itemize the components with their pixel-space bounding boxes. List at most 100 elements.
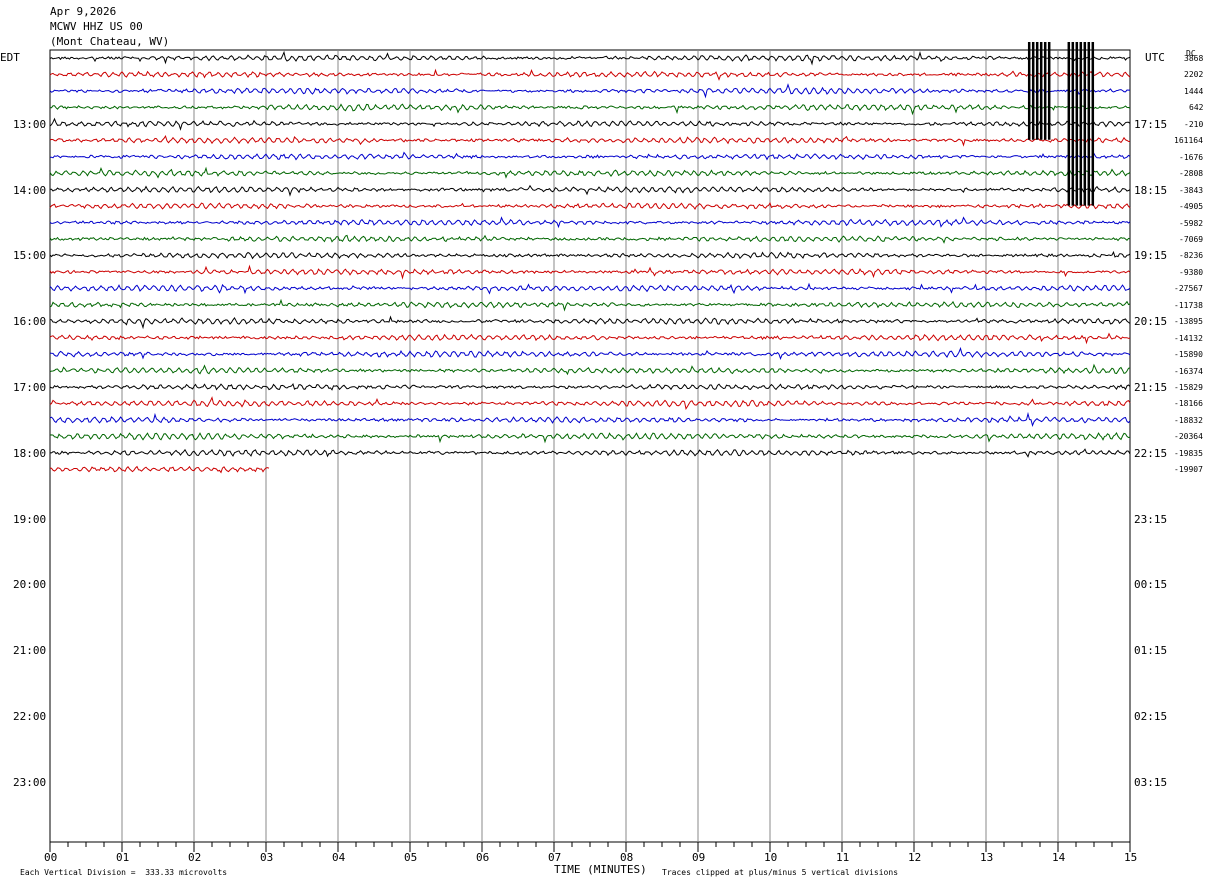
scale-note: Each Vertical Division = 333.33 microvol… (20, 868, 228, 877)
edt-hour-label: 21:00 (13, 644, 47, 658)
location-label: (Mont Chateau, WV) (50, 35, 170, 48)
trace-line (49, 50, 1131, 66)
trace-line (49, 282, 1131, 295)
x-tick-label: 14 (1052, 851, 1066, 864)
trace-line (50, 448, 1131, 458)
dc-offset-label: -13895 (1174, 317, 1203, 327)
utc-hour-label: 23:15 (1134, 512, 1168, 526)
dc-offset-label: 642 (1189, 103, 1204, 113)
x-tick-label: 05 (404, 851, 418, 864)
utc-hour-label: 02:15 (1134, 710, 1168, 723)
dc-offset-label: -8236 (1179, 251, 1204, 261)
trace-line (49, 411, 1131, 427)
dc-offset-label: -14132 (1174, 333, 1203, 343)
date-label: Apr 9,2026 (50, 5, 117, 18)
dc-offset-label: -2808 (1179, 169, 1204, 179)
dc-offset-label: -210 (1184, 119, 1204, 129)
edt-hour-label: 18:00 (13, 446, 47, 460)
dc-offset-label: -18832 (1174, 415, 1203, 425)
utc-hour-label: 19:15 (1134, 249, 1168, 263)
utc-hour-label: 22:15 (1134, 446, 1168, 460)
utc-hour-label: 17:15 (1134, 117, 1168, 131)
dc-offset-label: -15829 (1174, 383, 1203, 392)
dc-offset-label: -11738 (1174, 300, 1203, 310)
trace-line (49, 234, 1131, 244)
edt-hour-label: 16:00 (13, 315, 47, 329)
trace-group (49, 50, 1131, 474)
edt-hour-label: 19:00 (13, 512, 47, 526)
dc-offset-label: 161164 (1174, 136, 1203, 146)
trace-line (49, 166, 1131, 179)
edt-hour-label: 17:00 (13, 381, 47, 394)
x-tick-label: 01 (116, 851, 130, 864)
dc-offset-label: -1676 (1179, 152, 1204, 162)
seismogram-chart (49, 42, 1131, 852)
utc-hour-label: 01:15 (1134, 644, 1168, 658)
trace-line (49, 383, 1131, 391)
dc-offset-label: 1444 (1184, 86, 1204, 96)
dc-offset-label: -16374 (1174, 366, 1203, 376)
utc-hour-label: 18:15 (1134, 183, 1168, 197)
trace-line (49, 432, 1131, 444)
edt-hour-label: 14:00 (13, 183, 47, 197)
edt-hour-label: 20:00 (13, 578, 47, 592)
trace-line (49, 396, 1131, 410)
trace-line (49, 151, 1131, 161)
dc-offset-label: -18166 (1174, 399, 1203, 409)
clip-note: Traces clipped at plus/minus 5 vertical … (662, 868, 899, 877)
x-tick-label: 03 (260, 851, 274, 864)
trace-line (49, 216, 1131, 229)
trace-line (49, 250, 1131, 260)
trace-line (49, 201, 1131, 210)
dc-offset-label: -4905 (1179, 202, 1204, 212)
trace-line (50, 184, 1131, 197)
edt-label: EDT (0, 51, 20, 64)
dc-offset-label: 2202 (1184, 70, 1204, 80)
utc-hour-label: 00:15 (1134, 578, 1168, 592)
trace-line (49, 134, 1131, 147)
edt-hour-label: 22:00 (13, 710, 47, 723)
trace-line (49, 332, 1131, 345)
x-axis-title: TIME (MINUTES) (554, 863, 647, 876)
x-tick-label: 10 (764, 851, 778, 864)
x-tick-label: 12 (908, 851, 922, 864)
station-label: MCWV HHZ US 00 (50, 20, 143, 33)
plot-frame (49, 49, 1131, 843)
x-tick-label: 02 (188, 851, 202, 864)
x-tick-marks (49, 842, 1131, 852)
x-tick-label: 09 (692, 851, 706, 864)
x-tick-label: 04 (332, 851, 346, 864)
trace-line (49, 117, 1131, 131)
dc-offset-label: -5982 (1179, 218, 1204, 228)
x-tick-label: 13 (980, 851, 994, 864)
trace-line (49, 83, 1130, 99)
dc-offset-label: -19835 (1174, 448, 1203, 458)
edt-hour-label: 15:00 (13, 249, 47, 263)
dc-offset-label: -20364 (1174, 432, 1203, 442)
utc-hour-label: 20:15 (1134, 315, 1168, 329)
dc-offset-label: -9380 (1179, 267, 1204, 277)
trace-line (49, 315, 1131, 330)
dc-offset-label: -7069 (1179, 234, 1204, 244)
trace-line (49, 363, 1131, 376)
trace-line (49, 264, 1131, 280)
trace-line (49, 465, 270, 474)
trace-line (50, 103, 1131, 116)
x-tick-label: 06 (476, 851, 490, 864)
x-tick-label: 15 (1124, 851, 1138, 864)
dc-offset-label: -19907 (1174, 465, 1203, 475)
dc-offset-label: -27567 (1174, 284, 1203, 294)
x-tick-label: 11 (836, 851, 850, 864)
edt-hour-label: 23:00 (13, 775, 47, 789)
trace-line (49, 68, 1131, 81)
trace-line (49, 298, 1131, 312)
trace-line (49, 346, 1131, 361)
edt-hour-label: 13:00 (13, 117, 47, 131)
dc-offset-label: -15890 (1174, 350, 1203, 360)
x-tick-label: 00 (44, 851, 58, 864)
utc-hour-label: 03:15 (1134, 775, 1168, 789)
utc-hour-label: 21:15 (1134, 381, 1168, 394)
utc-label: UTC (1145, 51, 1165, 64)
minute-grid (49, 49, 1131, 843)
dc-offset-label: -3843 (1179, 185, 1204, 195)
